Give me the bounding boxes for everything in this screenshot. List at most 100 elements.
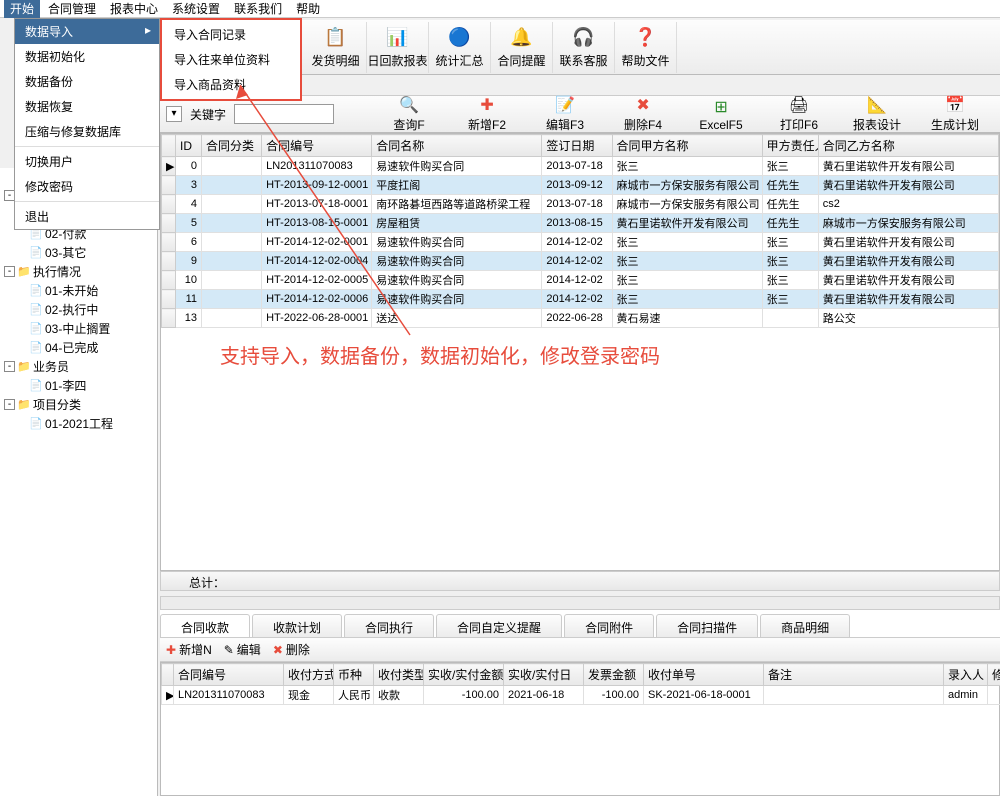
table-row[interactable]: 5HT-2013-08-15-0001房屋租赁2013-08-15黄石里诺软件开… xyxy=(162,214,999,233)
menu-switch-user[interactable]: 切换用户 xyxy=(15,149,159,174)
table-row[interactable]: 10HT-2014-12-02-0005易速软件购买合同2014-12-02张三… xyxy=(162,271,999,290)
menu-data-restore[interactable]: 数据恢复 xyxy=(15,94,159,119)
table-row[interactable]: ▶LN201311070083现金人民币收款-100.002021-06-18-… xyxy=(162,686,1000,705)
menu-contract[interactable]: 合同管理 xyxy=(42,0,102,18)
lower-tabs: 合同收款 收款计划 合同执行 合同自定义提醒 合同附件 合同扫描件 商品明细 xyxy=(160,610,1000,638)
tree-node[interactable]: 📄02-执行中 xyxy=(2,300,155,319)
menu-start[interactable]: 开始 xyxy=(4,0,40,18)
tree-node[interactable]: 📄01-李四 xyxy=(2,376,155,395)
btn-delete[interactable]: ✖删除F4 xyxy=(612,95,674,133)
lower-toolbar: ✚新增N ✎编辑 ✖删除 xyxy=(160,638,1000,662)
menu-exit[interactable]: 退出 xyxy=(15,204,159,229)
tab-plan[interactable]: 收款计划 xyxy=(252,614,342,637)
data-import-submenu: 导入合同记录 导入往来单位资料 导入商品资料 xyxy=(160,18,302,101)
lower-add[interactable]: ✚新增N xyxy=(166,641,212,658)
tab-custom-reminder[interactable]: 合同自定义提醒 xyxy=(436,614,562,637)
edit-icon: ✎ xyxy=(224,643,234,657)
tree-node[interactable]: 📄01-未开始 xyxy=(2,281,155,300)
annotation-text: 支持导入，数据备份，数据初始化，修改登录密码 xyxy=(220,340,660,369)
menu-help[interactable]: 帮助 xyxy=(290,0,326,18)
keyword-input[interactable] xyxy=(234,104,334,124)
menu-data-import[interactable]: 数据导入 xyxy=(15,19,159,44)
table-row[interactable]: ▶0LN201311070083易速软件购买合同2013-07-18张三张三黄石… xyxy=(162,157,999,176)
col-header[interactable]: 合同乙方名称 xyxy=(818,135,998,157)
import-goods[interactable]: 导入商品资料 xyxy=(162,72,300,97)
col-header[interactable]: 合同甲方名称 xyxy=(612,135,762,157)
menu-data-init[interactable]: 数据初始化 xyxy=(15,44,159,69)
tb-stats[interactable]: 🔵统计汇总 xyxy=(429,22,491,73)
col-header[interactable]: 修改 xyxy=(988,664,1000,686)
btn-excel[interactable]: ⊞ExcelF5 xyxy=(690,97,752,132)
tab-payment[interactable]: 合同收款 xyxy=(160,614,250,637)
plan-icon: 📅 xyxy=(945,95,965,115)
menu-system[interactable]: 系统设置 xyxy=(166,0,226,18)
tab-scan[interactable]: 合同扫描件 xyxy=(656,614,758,637)
tab-attach[interactable]: 合同附件 xyxy=(564,614,654,637)
col-header[interactable]: 收付类型 xyxy=(374,664,424,686)
report-icon: 📊 xyxy=(386,26,410,50)
lower-delete[interactable]: ✖删除 xyxy=(273,641,310,658)
col-header[interactable]: 录入人 xyxy=(944,664,988,686)
col-header[interactable]: 收付单号 xyxy=(644,664,764,686)
tb-shipping-detail[interactable]: 📋发货明细 xyxy=(305,22,367,73)
col-header[interactable] xyxy=(162,135,176,157)
col-header[interactable]: 合同编号 xyxy=(174,664,284,686)
btn-gen-plan[interactable]: 📅生成计划 xyxy=(924,95,986,133)
keyword-dropdown-icon[interactable]: ▾ xyxy=(166,106,182,122)
keyword-label: 关键字 xyxy=(190,106,226,123)
menu-data-backup[interactable]: 数据备份 xyxy=(15,69,159,94)
tab-goods[interactable]: 商品明细 xyxy=(760,614,850,637)
col-header[interactable]: 实收/实付金额 xyxy=(424,664,504,686)
table-row[interactable]: 13HT-2022-06-28-0001送达2022-06-28黄石易速路公交 xyxy=(162,309,999,328)
table-row[interactable]: 4HT-2013-07-18-0001南环路碁垣西路等道路桥梁工程2013-07… xyxy=(162,195,999,214)
menu-report[interactable]: 报表中心 xyxy=(104,0,164,18)
col-header[interactable]: 甲方责任人 xyxy=(762,135,818,157)
table-row[interactable]: 11HT-2014-12-02-0006易速软件购买合同2014-12-02张三… xyxy=(162,290,999,309)
tree-node[interactable]: -📁项目分类 xyxy=(2,395,155,414)
print-icon: 🖨 xyxy=(789,95,809,115)
col-header[interactable] xyxy=(162,664,174,686)
plus-icon: ✚ xyxy=(480,95,493,115)
tree-node[interactable]: 📄03-中止搁置 xyxy=(2,319,155,338)
col-header[interactable]: 备注 xyxy=(764,664,944,686)
tree-node[interactable]: -📁业务员 xyxy=(2,357,155,376)
col-header[interactable]: 合同名称 xyxy=(372,135,542,157)
import-units[interactable]: 导入往来单位资料 xyxy=(162,47,300,72)
col-header[interactable]: 实收/实付日 xyxy=(504,664,584,686)
menu-change-pw[interactable]: 修改密码 xyxy=(15,174,159,199)
lower-edit[interactable]: ✎编辑 xyxy=(224,641,261,658)
btn-add[interactable]: ✚新增F2 xyxy=(456,95,518,133)
tree-node[interactable]: -📁执行情况 xyxy=(2,262,155,281)
tb-help[interactable]: ❓帮助文件 xyxy=(615,22,677,73)
table-row[interactable]: 3HT-2013-09-12-0001平度扛阁2013-09-12麻城市一方保安… xyxy=(162,176,999,195)
col-header[interactable]: 收付方式 xyxy=(284,664,334,686)
table-row[interactable]: 6HT-2014-12-02-0001易速软件购买合同2014-12-02张三张… xyxy=(162,233,999,252)
btn-query[interactable]: 🔍查询F xyxy=(378,95,440,133)
stats-icon: 🔵 xyxy=(448,26,472,50)
edit-icon: 📝 xyxy=(555,95,575,115)
tb-service[interactable]: 🎧联系客服 xyxy=(553,22,615,73)
tab-exec[interactable]: 合同执行 xyxy=(344,614,434,637)
headset-icon: 🎧 xyxy=(572,26,596,50)
menu-contact[interactable]: 联系我们 xyxy=(228,0,288,18)
col-header[interactable]: 发票金额 xyxy=(584,664,644,686)
import-contract[interactable]: 导入合同记录 xyxy=(162,22,300,47)
col-header[interactable]: 合同编号 xyxy=(262,135,372,157)
col-header[interactable]: ID xyxy=(176,135,202,157)
tree-node[interactable]: 📄01-2021工程 xyxy=(2,414,155,433)
tree-node[interactable]: 📄03-其它 xyxy=(2,243,155,262)
col-header[interactable]: 币种 xyxy=(334,664,374,686)
design-icon: 📐 xyxy=(867,95,887,115)
tree-node[interactable]: 📄04-已完成 xyxy=(2,338,155,357)
start-menu-dropdown: 数据导入 数据初始化 数据备份 数据恢复 压缩与修复数据库 切换用户 修改密码 … xyxy=(14,18,160,230)
plus-icon: ✚ xyxy=(166,643,176,657)
col-header[interactable]: 签订日期 xyxy=(542,135,612,157)
btn-edit[interactable]: 📝编辑F3 xyxy=(534,95,596,133)
tb-reminder[interactable]: 🔔合同提醒 xyxy=(491,22,553,73)
menu-compact-db[interactable]: 压缩与修复数据库 xyxy=(15,119,159,144)
tb-daily-report[interactable]: 📊日回款报表 xyxy=(367,22,429,73)
btn-print[interactable]: 🖨打印F6 xyxy=(768,95,830,133)
btn-report-design[interactable]: 📐报表设计 xyxy=(846,95,908,133)
table-row[interactable]: 9HT-2014-12-02-0004易速软件购买合同2014-12-02张三张… xyxy=(162,252,999,271)
col-header[interactable]: 合同分类 xyxy=(202,135,262,157)
